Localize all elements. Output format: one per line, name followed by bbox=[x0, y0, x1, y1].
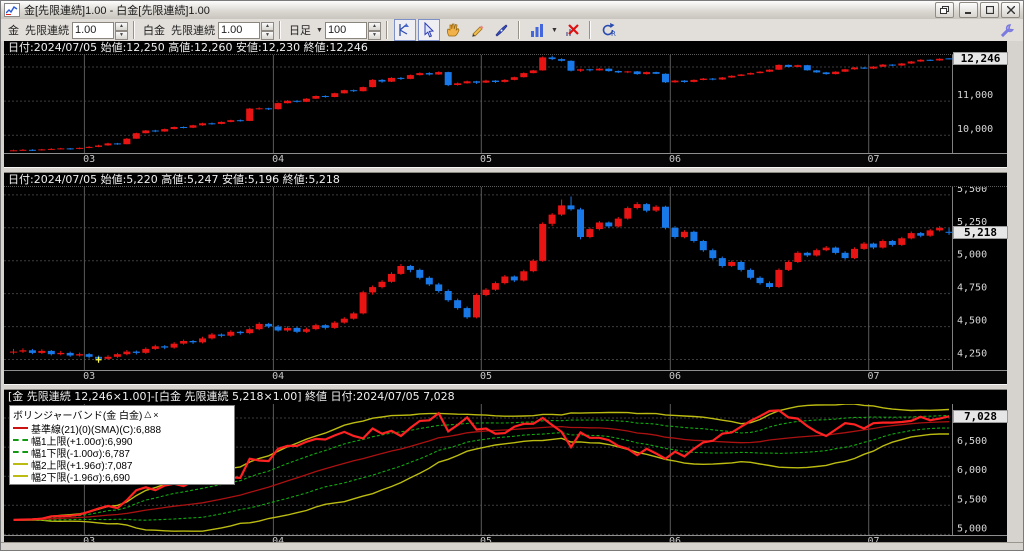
separator bbox=[385, 21, 388, 39]
gold-candlestick-plot[interactable]: 11,000 10,000 bbox=[4, 55, 1009, 153]
svg-text:5,000: 5,000 bbox=[957, 250, 987, 261]
timeframe-dropdown[interactable]: 日足 bbox=[289, 22, 311, 38]
gold-last-price-badge: 12,246 bbox=[953, 52, 1008, 65]
gold-x-axis: 03 04 05 06 07 bbox=[4, 153, 1009, 167]
title-bar[interactable]: 金[先限連続]1.00 - 白金[先限連続]1.00 bbox=[1, 1, 1023, 20]
legend-close-button[interactable]: × bbox=[153, 410, 158, 420]
app-chart-icon bbox=[4, 3, 20, 17]
chart-area: 日付:2024/07/05 始値:12,250 高値:12,260 安値:12,… bbox=[4, 41, 1009, 549]
svg-text:R: R bbox=[611, 30, 616, 38]
legend-collapse-button[interactable]: △ bbox=[144, 409, 151, 420]
svg-text:4,500: 4,500 bbox=[957, 316, 987, 327]
legend-line-swatch bbox=[13, 451, 28, 453]
x-axis-month-label: 04 bbox=[272, 371, 285, 382]
bollinger-legend: ボリンジャーバンド(金 白金) △ × 基準線(21)(0)(SMA)(C):6… bbox=[9, 405, 235, 485]
legend-item-label: 幅2下限(-1.96σ):6,690 bbox=[31, 472, 130, 484]
window-right-frame bbox=[1007, 41, 1023, 550]
maximize-button[interactable] bbox=[980, 2, 999, 18]
svg-text:11,000: 11,000 bbox=[957, 90, 993, 101]
chevron-down-icon[interactable]: ▼ bbox=[316, 27, 323, 34]
spread-header: [金 先限連続 12,246×1.00]-[白金 先限連続 5,218×1.00… bbox=[8, 390, 455, 403]
svg-text:4,250: 4,250 bbox=[957, 349, 987, 360]
pen-tool-icon[interactable] bbox=[490, 19, 512, 41]
bar-count-input[interactable]: 100 bbox=[324, 21, 367, 39]
separator bbox=[588, 21, 591, 39]
legend-line-swatch bbox=[13, 475, 28, 477]
platinum-panel: 日付:2024/07/05 始値:5,220 高値:5,247 安値:5,196… bbox=[4, 173, 1009, 384]
legend-line-swatch bbox=[13, 463, 28, 465]
select-tool-icon[interactable] bbox=[417, 19, 440, 41]
platinum-label: 白金 bbox=[143, 25, 165, 37]
x-axis-month-label: 07 bbox=[867, 371, 880, 382]
x-axis-month-label: 06 bbox=[669, 371, 682, 382]
chart-type-dropdown-arrow[interactable]: ▼ bbox=[551, 27, 558, 34]
svg-text:4,750: 4,750 bbox=[957, 283, 987, 294]
pan-hand-tool-icon[interactable] bbox=[442, 19, 464, 41]
close-button[interactable] bbox=[1001, 2, 1020, 18]
gold-series-label: 先限連続 bbox=[25, 25, 69, 37]
platinum-last-price-badge: 5,218 bbox=[953, 226, 1008, 239]
gold-panel: 日付:2024/07/05 始値:12,250 高値:12,260 安値:12,… bbox=[4, 41, 1009, 167]
minimize-button[interactable] bbox=[959, 2, 978, 18]
gold-info-line: 日付:2024/07/05 始値:12,250 高値:12,260 安値:12,… bbox=[4, 41, 1009, 55]
pencil-tool-icon[interactable] bbox=[466, 19, 488, 41]
svg-text:5,500: 5,500 bbox=[957, 187, 987, 195]
bar-count-spinner[interactable]: ▲ ▼ bbox=[367, 21, 381, 40]
settings-wrench-icon[interactable] bbox=[996, 19, 1018, 41]
svg-text:6,000: 6,000 bbox=[957, 465, 987, 476]
legend-line-swatch bbox=[13, 439, 28, 441]
svg-text:6,500: 6,500 bbox=[957, 436, 987, 447]
platinum-candlestick-plot[interactable]: 5,5005,2505,0004,7504,5004,250 bbox=[4, 187, 1009, 370]
chart-window: 金[先限連続]1.00 - 白金[先限連続]1.00 金 先限連続 1.00 ▲… bbox=[0, 0, 1024, 551]
separator bbox=[517, 21, 520, 39]
x-axis-month-label: 07 bbox=[867, 154, 880, 165]
svg-text:5,000: 5,000 bbox=[957, 523, 987, 534]
gold-multiplier-input[interactable]: 1.00 bbox=[72, 21, 114, 39]
crosshair-tool-icon[interactable] bbox=[393, 19, 416, 41]
toolbar: 金 先限連続 1.00 ▲ ▼ 白金 先限連続 1.00 ▲ ▼ 日足 ▼ 100 … bbox=[1, 19, 1023, 42]
separator bbox=[133, 21, 135, 39]
x-axis-month-label: 03 bbox=[83, 154, 96, 165]
platinum-x-axis: 03 04 05 06 07 bbox=[4, 370, 1009, 384]
svg-text:5,500: 5,500 bbox=[957, 494, 987, 505]
window-left-frame bbox=[1, 41, 4, 544]
float-window-button[interactable] bbox=[935, 2, 954, 18]
refresh-icon[interactable]: R bbox=[597, 19, 619, 41]
platinum-multiplier-input[interactable]: 1.00 bbox=[218, 21, 260, 39]
platinum-info-line: 日付:2024/07/05 始値:5,220 高値:5,247 安値:5,196… bbox=[4, 173, 1009, 187]
platinum-series-label: 先限連続 bbox=[171, 25, 215, 37]
spread-last-price-badge: 7,028 bbox=[953, 410, 1008, 423]
legend-line-swatch bbox=[13, 427, 28, 429]
legend-item: 幅2下限(-1.96σ):6,690 bbox=[13, 470, 231, 484]
x-axis-month-label: 04 bbox=[272, 154, 285, 165]
x-axis-month-label: 05 bbox=[480, 371, 493, 382]
separator bbox=[279, 21, 281, 39]
window-title: 金[先限連続]1.00 - 白金[先限連続]1.00 bbox=[24, 5, 210, 17]
clear-indicator-icon[interactable] bbox=[561, 19, 583, 41]
gold-multiplier-spinner[interactable]: ▲ ▼ bbox=[115, 21, 128, 40]
x-axis-month-label: 06 bbox=[669, 154, 682, 165]
svg-text:10,000: 10,000 bbox=[957, 124, 993, 135]
window-bottom-frame bbox=[1, 542, 1023, 550]
chart-type-selector-icon[interactable] bbox=[526, 19, 548, 41]
x-axis-month-label: 05 bbox=[480, 154, 493, 165]
gold-label: 金 bbox=[8, 25, 19, 37]
platinum-multiplier-spinner[interactable]: ▲ ▼ bbox=[261, 21, 274, 40]
x-axis-month-label: 03 bbox=[83, 371, 96, 382]
spread-panel: [金 先限連続 12,246×1.00]-[白金 先限連続 5,218×1.00… bbox=[4, 390, 1009, 549]
